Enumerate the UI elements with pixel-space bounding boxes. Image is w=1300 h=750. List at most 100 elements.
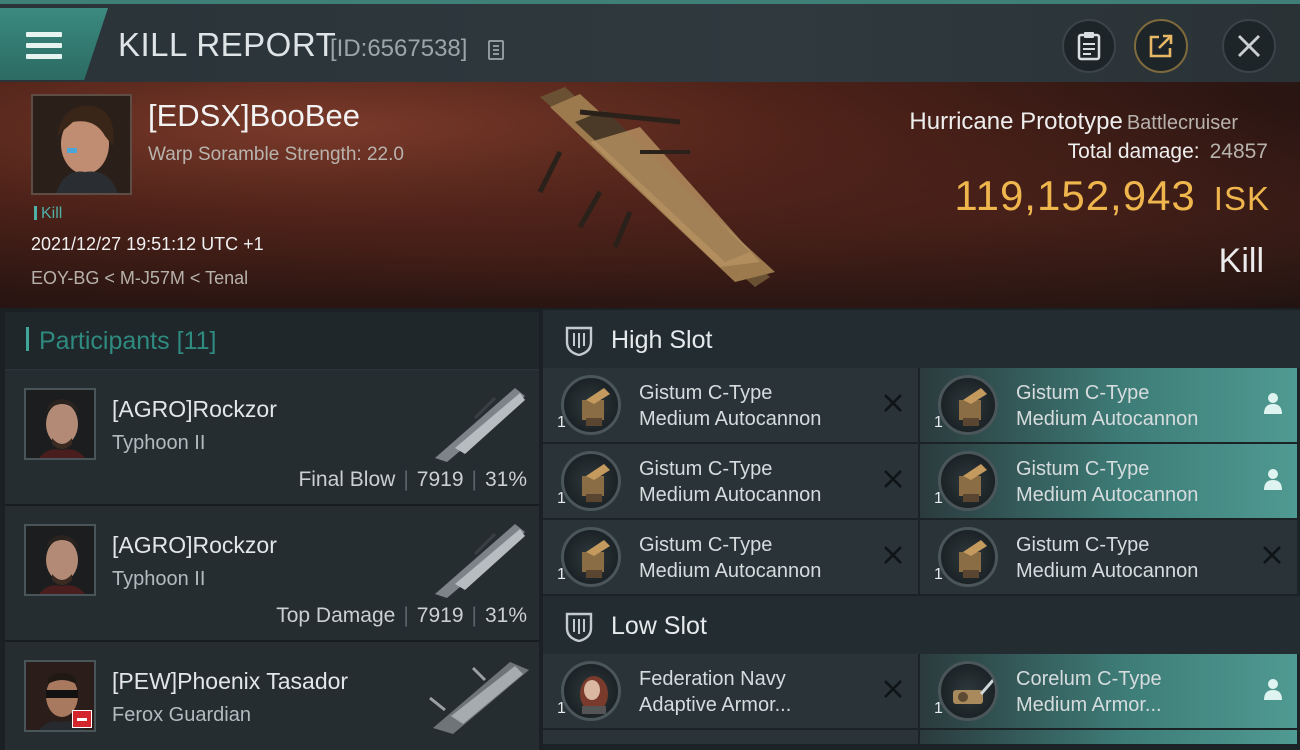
participant-name[interactable]: [PEW]Phoenix Tasador [112,668,348,695]
participants-title: Participants [11] [39,327,216,356]
person-icon [1264,469,1282,490]
ship-class: Battlecruiser [1126,112,1238,134]
victim-avatar[interactable] [31,94,132,195]
module-quantity: 1 [557,700,566,717]
module-name-line1: Corelum C-Type [1016,668,1162,690]
module-icon [938,661,998,721]
high-slot-title: High Slot [611,326,713,354]
module-icon [561,527,621,587]
ship-name-text: Hurricane Prototype [909,108,1123,135]
copy-icon[interactable] [488,40,504,60]
participants-count: [11] [176,327,217,355]
module-name-line2: Medium Autocannon [639,484,822,506]
participant-role: Final Blow [298,468,396,491]
participant-avatar[interactable] [24,388,96,460]
participant-stats: Top Damage | 7919 | 31% [276,604,527,627]
module-name-line1: Gistum C-Type [639,458,773,480]
x-mark-icon [884,546,902,564]
module-item[interactable]: 1 Gistum C-Type Medium Autocannon [920,444,1297,518]
warp-scramble-strength: Warp Soramble Strength: 22.0 [148,144,404,165]
module-item[interactable]: 1 Corelum C-Type Medium Armor... [920,654,1297,728]
participant-name[interactable]: [AGRO]Rockzor [112,532,277,559]
isk-amount: 119,152,943 [954,172,1196,219]
module-icon [938,451,998,511]
module-name: Gistum C-Type Medium Autocannon [1016,380,1266,432]
module-icon [561,451,621,511]
module-item[interactable]: 1 Gistum C-Type Medium Autocannon [543,520,918,594]
module-name-line1: Gistum C-Type [1016,534,1150,556]
module-item[interactable]: 1 Federation Navy Adaptive Armor... [543,654,918,728]
participant-name[interactable]: [AGRO]Rockzor [112,396,277,423]
participant-ship-image [429,662,529,734]
participants-panel: Participants [11] [AGRO]Rockzor Typhoon … [5,312,539,750]
module-item[interactable] [920,730,1297,744]
participant-row[interactable]: [AGRO]Rockzor Typhoon II Top Damage | 7919… [5,506,539,642]
module-item[interactable]: 1 Gistum C-Type Medium Autocannon [543,368,918,442]
x-mark-icon [884,680,902,698]
result-tag: Kill [34,205,62,223]
total-damage: Total damage: 24857 [1068,140,1268,164]
module-icon [561,661,621,721]
clipboard-button[interactable] [1062,19,1116,73]
total-damage-value: 24857 [1209,140,1268,163]
module-name-line2: Medium Autocannon [639,560,822,582]
module-quantity: 1 [934,414,943,431]
report-id: [ID:6567538] [330,35,468,62]
high-slot-header: High Slot [543,310,1300,368]
x-mark-icon [884,470,902,488]
person-icon [1264,393,1282,414]
module-name-line2: Medium Autocannon [1016,560,1199,582]
participant-avatar[interactable] [24,524,96,596]
module-name-line2: Medium Autocannon [1016,484,1199,506]
module-name: Gistum C-Type Medium Autocannon [639,380,889,432]
participant-row[interactable]: [PEW]Phoenix Tasador Ferox Guardian [5,642,539,750]
participant-ship: Typhoon II [112,568,206,590]
participant-ship-image [435,524,525,598]
module-quantity: 1 [557,414,566,431]
module-item[interactable]: 1 Gistum C-Type Medium Autocannon [920,520,1297,594]
victim-portrait-image [33,96,130,193]
high-slot-modules: 1 Gistum C-Type Medium Autocannon 1 Gistu… [543,368,1300,594]
shield-icon [565,612,593,642]
module-icon [938,375,998,435]
fittings-panel: High Slot 1 Gistum C-Type Medium Autocann… [543,310,1300,750]
participant-percent: 31% [484,468,527,491]
victim-name[interactable]: [EDSX]BooBee [148,98,360,134]
module-item[interactable] [543,730,918,744]
kill-location[interactable]: EOY-BG < M-J57M < Tenal [31,268,248,289]
module-quantity: 1 [934,566,943,583]
module-name-line1: Gistum C-Type [1016,382,1150,404]
menu-button[interactable] [0,8,108,80]
victim-banner: [EDSX]BooBee Warp Soramble Strength: 22.… [0,82,1300,308]
module-quantity: 1 [934,700,943,717]
module-item[interactable]: 1 Gistum C-Type Medium Autocannon [543,444,918,518]
x-mark-icon [884,394,902,412]
victim-ship-name[interactable]: Hurricane Prototype Battlecruiser [909,108,1238,136]
page-title: KILL REPORT [118,26,337,63]
module-icon [938,527,998,587]
participant-role: Top Damage [276,604,396,627]
module-name-line2: Medium Autocannon [639,408,822,430]
top-bar: KILL REPORT [ID:6567538] [0,0,1300,82]
share-icon [1149,34,1173,58]
module-name-line2: Medium Autocannon [1016,408,1199,430]
module-name-line1: Gistum C-Type [639,382,773,404]
total-damage-label: Total damage: [1067,140,1200,163]
module-name: Gistum C-Type Medium Autocannon [1016,456,1266,508]
module-name: Gistum C-Type Medium Autocannon [1016,532,1266,584]
kill-datetime: 2021/12/27 19:51:12 UTC +1 [31,234,264,254]
participant-ship-image [435,388,525,462]
share-button[interactable] [1134,19,1188,73]
module-name-line1: Gistum C-Type [1016,458,1150,480]
participant-percent: 31% [484,604,527,627]
shield-icon [565,326,593,356]
module-item[interactable]: 1 Gistum C-Type Medium Autocannon [920,368,1297,442]
security-status-badge [72,710,92,728]
module-quantity: 1 [934,490,943,507]
participant-damage: 7919 [416,468,464,491]
participant-ship: Typhoon II [112,432,206,454]
module-name-line2: Adaptive Armor... [639,694,792,716]
clipboard-icon [1077,32,1101,61]
participant-row[interactable]: [AGRO]Rockzor Typhoon II Final Blow | 7919… [5,370,539,506]
close-button[interactable] [1222,19,1276,73]
